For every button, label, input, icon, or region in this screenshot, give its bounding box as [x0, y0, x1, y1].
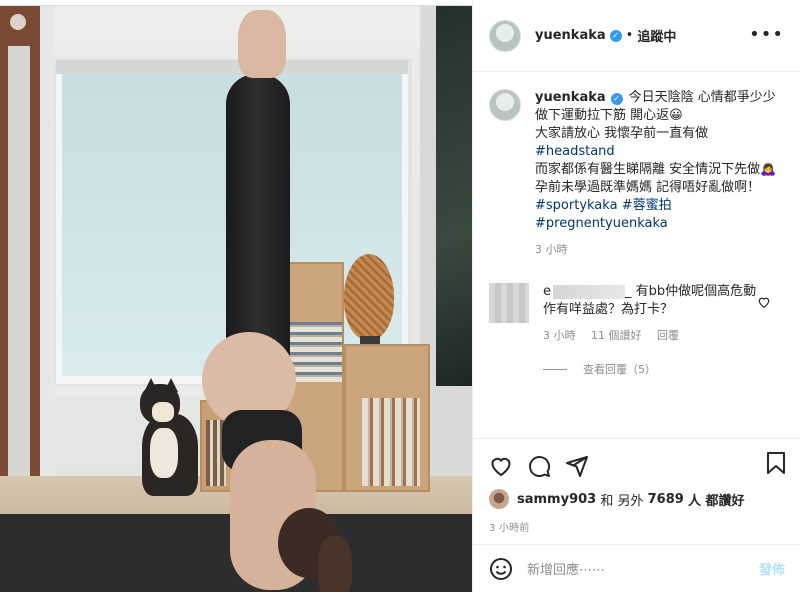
- caption-time[interactable]: 3 小時: [535, 241, 785, 259]
- woman-headstand: [200, 10, 352, 592]
- verified-badge-icon: ✓: [609, 29, 622, 42]
- likes-mid-text: 和 另外: [600, 493, 644, 509]
- caption-text: yuenkaka ✓ 今日天陰陰 心情都爭少少 做下運動拉下筋 開心返😀 大家請放心…: [535, 89, 785, 259]
- caption-line-3: 大家請放心 我懷孕前一直有做: [535, 126, 709, 141]
- caption-avatar[interactable]: [489, 89, 521, 121]
- feet: [238, 10, 286, 78]
- caption-username[interactable]: yuenkaka: [535, 90, 606, 105]
- replies-divider-line: [543, 368, 567, 370]
- commenter-name-end[interactable]: _: [625, 284, 632, 299]
- like-heart-icon[interactable]: [489, 454, 513, 478]
- hashtag-photographer[interactable]: #蓉蜜拍: [622, 198, 672, 213]
- comment-bubble-icon[interactable]: [527, 454, 551, 478]
- likes-suffix[interactable]: 人 都讚好: [688, 490, 745, 509]
- post-comment-button[interactable]: 發佈: [759, 559, 785, 578]
- ponytail: [318, 536, 352, 592]
- rattan-lamp: [344, 254, 394, 340]
- photo-corner-dot-icon: [10, 14, 26, 30]
- photo-top-edge: [0, 0, 472, 6]
- dog-ear-right: [164, 378, 178, 392]
- comment-reply-button[interactable]: 回覆: [657, 329, 679, 342]
- comment-meta: 3 小時 11 個讚好 回覆: [543, 327, 757, 345]
- hashtag-headstand[interactable]: #headstand: [535, 144, 615, 159]
- caption-line-2: 做下運動拉下筋 開心返😀: [535, 108, 683, 123]
- caption-line-4: 而家都係有醫生睇隔離 安全情況下先做🙇‍♀️: [535, 162, 777, 177]
- commenter-name-blurred: [553, 284, 625, 299]
- door-frame: [0, 6, 40, 476]
- comment-item: e _ 有bb仲做呢個高危動作有咩益處？為打卡？ 3 小時 11 個讚好 回覆: [489, 283, 785, 345]
- view-replies-label[interactable]: 查看回覆（5）: [583, 361, 656, 377]
- author-avatar[interactable]: [489, 19, 521, 52]
- dog-chest: [150, 428, 178, 478]
- comments-area[interactable]: yuenkaka ✓ 今日天陰陰 心情都爭少少 做下運動拉下筋 開心返😀 大家請放心…: [473, 73, 800, 438]
- add-comment-input[interactable]: 新增回應⋯⋯: [527, 559, 759, 578]
- likes-summary: sammy903 和 另外 7689 人 都讚好: [489, 489, 785, 509]
- liker-username[interactable]: sammy903: [517, 492, 596, 507]
- caption: yuenkaka ✓ 今日天陰陰 心情都爭少少 做下運動拉下筋 開心返😀 大家請放心…: [489, 89, 785, 259]
- save-bookmark-icon[interactable]: [765, 451, 787, 475]
- door-panel: [8, 46, 30, 476]
- post-actions: sammy903 和 另外 7689 人 都讚好 3 小時前: [473, 438, 800, 548]
- legs: [226, 74, 290, 374]
- comment-likes[interactable]: 11 個讚好: [591, 329, 642, 342]
- post-photo[interactable]: [0, 0, 472, 592]
- likes-count[interactable]: 7689: [648, 492, 684, 507]
- post-time[interactable]: 3 小時前: [489, 519, 785, 534]
- action-icons: [489, 451, 785, 481]
- dog-ear-left: [144, 378, 158, 392]
- following-button[interactable]: 追蹤中: [637, 26, 676, 45]
- more-options-icon[interactable]: •••: [749, 24, 784, 45]
- header-separator: •: [625, 28, 634, 43]
- lamp-base: [360, 336, 380, 344]
- view-replies-button[interactable]: 查看回覆（5）: [543, 361, 785, 377]
- dog-face: [152, 402, 174, 422]
- caption-verified-icon: ✓: [610, 93, 623, 105]
- comment-body: e _ 有bb仲做呢個高危動作有咩益處？為打卡？ 3 小時 11 個讚好 回覆: [543, 283, 757, 345]
- liker-avatar[interactable]: [489, 489, 509, 509]
- caption-line-5: 孕前未學過既準媽媽 記得唔好亂做啊！: [535, 180, 761, 195]
- commenter-avatar-blurred[interactable]: [489, 283, 529, 323]
- emoji-smiley-icon[interactable]: [489, 557, 513, 581]
- comment-time[interactable]: 3 小時: [543, 329, 576, 342]
- dog-head: [140, 378, 180, 424]
- add-comment-bar: 新增回應⋯⋯ 發佈: [473, 544, 800, 592]
- comment-like-heart-icon[interactable]: [757, 295, 771, 309]
- share-paper-plane-icon[interactable]: [565, 454, 589, 478]
- shiba-dog: [136, 378, 202, 496]
- commenter-name-start[interactable]: e: [543, 284, 551, 299]
- post-header: yuenkaka ✓ • 追蹤中 •••: [473, 0, 800, 72]
- hashtag-sportykaka[interactable]: #sportykaka: [535, 198, 618, 213]
- caption-line-1: 今日天陰陰 心情都爭少少: [628, 90, 776, 105]
- books-row: [362, 398, 420, 486]
- wall-painting: [436, 6, 472, 386]
- hashtag-pregnentyuenkaka[interactable]: #pregnentyuenkaka: [535, 216, 668, 231]
- author-username[interactable]: yuenkaka: [535, 28, 606, 43]
- post-sidebar: yuenkaka ✓ • 追蹤中 ••• yuenkaka ✓ 今日天陰陰 心情都爭…: [472, 0, 800, 592]
